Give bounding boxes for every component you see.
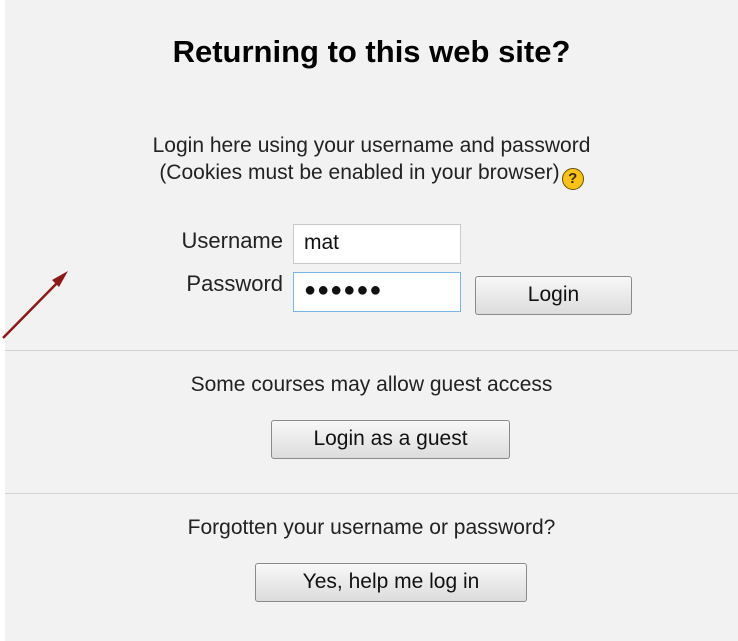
help-login-button[interactable]: Yes, help me log in <box>255 563 527 602</box>
forgot-credentials-text: Forgotten your username or password? <box>187 516 556 539</box>
divider <box>5 350 738 351</box>
password-field[interactable]: ●●●●●● <box>293 272 461 312</box>
username-field[interactable]: mat <box>293 224 461 264</box>
username-label: Username <box>181 228 283 253</box>
password-label: Password <box>186 271 283 296</box>
page-title: Returning to this web site? <box>172 34 571 69</box>
guest-login-button[interactable]: Login as a guest <box>271 420 510 459</box>
help-icon[interactable]: ? <box>561 168 584 190</box>
cookies-note: (Cookies must be enabled in your browser… <box>5 159 738 190</box>
login-instructions: Login here using your username and passw… <box>152 134 591 157</box>
cookies-note-text: (Cookies must be enabled in your browser… <box>159 161 560 184</box>
login-button[interactable]: Login <box>475 276 632 315</box>
login-panel: Returning to this web site? Login here u… <box>5 0 738 641</box>
guest-access-text: Some courses may allow guest access <box>190 373 553 396</box>
divider <box>5 493 738 494</box>
